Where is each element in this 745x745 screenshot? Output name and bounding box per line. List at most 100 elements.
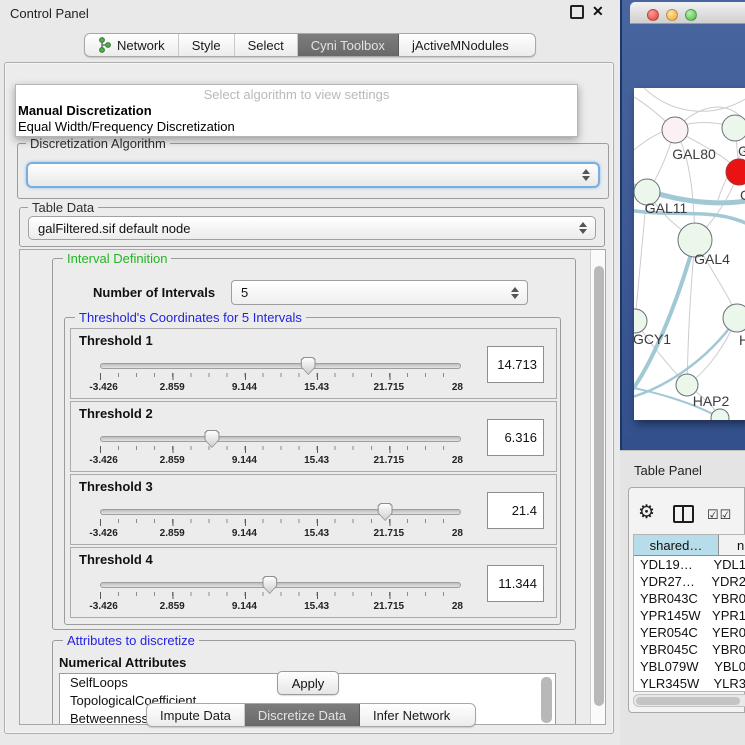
table-row[interactable]: YBR045CYBR0 (634, 641, 745, 658)
network-node[interactable] (711, 409, 729, 420)
slider-track[interactable] (100, 582, 461, 588)
network-window-titlebar[interactable] (630, 2, 745, 24)
column-header-name[interactable]: n (719, 535, 745, 555)
cell: YDL19… (634, 556, 706, 573)
gear-icon[interactable]: ⚙ (638, 503, 655, 522)
table-horizontal-scrollbar-thumb[interactable] (636, 697, 740, 705)
table-row[interactable]: YLR345WYLR3 (634, 675, 745, 692)
network-node-pink[interactable] (662, 117, 688, 143)
network-node-red-selected[interactable] (726, 159, 745, 185)
number-of-intervals-spinner[interactable]: 5 (231, 280, 528, 305)
tick-label: 21.715 (374, 455, 405, 466)
table-row[interactable]: YDL19…YDL1 (634, 556, 745, 573)
slider-track[interactable] (100, 363, 461, 369)
table-row[interactable]: YER054CYER0 (634, 624, 745, 641)
tick-label: 21.715 (374, 601, 405, 612)
table-row[interactable]: YPR145WYPR1 (634, 607, 745, 624)
tab-style[interactable]: Style (179, 34, 235, 56)
threshold-1-slider[interactable]: -3.426 2.859 9.144 15.43 21.715 28 (100, 361, 461, 395)
node-attribute-table[interactable]: shared… n YDL19…YDL1 YDR27…YDR2 YBR043CY… (633, 534, 745, 692)
algorithm-option-manual[interactable]: Manual Discretization (18, 103, 152, 118)
tick-label: -3.426 (89, 601, 117, 612)
checkbox-icons[interactable]: ☑☑ (707, 507, 732, 523)
tick-label: 28 (452, 382, 463, 393)
threshold-3-value-field[interactable]: 21.4 (487, 492, 544, 529)
column-header-shared[interactable]: shared… (634, 535, 719, 555)
table-data-combobox[interactable]: galFiltered.sif default node (28, 216, 596, 240)
cyni-toolbox-panel: Discretization Algorithm Table Data galF… (4, 62, 614, 734)
tab-select[interactable]: Select (235, 34, 298, 56)
split-columns-icon[interactable] (673, 505, 694, 523)
control-panel-title: Control Panel (10, 6, 89, 21)
close-traffic-light-icon[interactable] (647, 9, 659, 21)
algorithm-dropdown-popup: Select algorithm to view settings Manual… (15, 84, 578, 137)
tab-network-label: Network (117, 38, 165, 53)
cell: YDR27… (634, 573, 704, 590)
top-tab-bar: Network Style Select Cyni Toolbox jActiv… (84, 33, 536, 57)
network-node-label: GAL11 (645, 200, 688, 216)
settings-scrollbar[interactable] (590, 250, 606, 724)
table-row[interactable]: YDR27…YDR2 (634, 573, 745, 590)
list-scrollbar[interactable] (541, 677, 552, 723)
tab-jactivemnodules[interactable]: jActiveMNodules (399, 34, 522, 56)
threshold-2-value-field[interactable]: 6.316 (487, 419, 544, 456)
tab-network[interactable]: Network (85, 34, 179, 56)
threshold-1-value-field[interactable]: 14.713 (487, 346, 544, 383)
network-node-label: C (740, 187, 745, 203)
tab-discretize-data[interactable]: Discretize Data (245, 704, 360, 726)
network-node[interactable] (722, 115, 745, 141)
cell: YPR1 (705, 607, 745, 624)
threshold-4-slider[interactable]: -3.426 2.859 9.144 15.43 21.715 28 (100, 580, 461, 614)
slider-major-ticks (100, 592, 461, 599)
tick-label: 2.859 (160, 382, 185, 393)
threshold-3-slider[interactable]: -3.426 2.859 9.144 15.43 21.715 28 (100, 507, 461, 541)
float-window-icon[interactable] (570, 5, 584, 19)
tick-label: 9.144 (232, 382, 257, 393)
tick-label: 21.715 (374, 382, 405, 393)
settings-scroll-pane: Interval Definition Number of Intervals … (19, 249, 606, 725)
apply-button[interactable]: Apply (277, 671, 339, 695)
tick-label: 28 (452, 601, 463, 612)
algorithm-option-equal-width[interactable]: Equal Width/Frequency Discretization (18, 119, 235, 134)
threshold-3-panel: Threshold 3 -3.426 2.859 9.144 15.43 (70, 474, 557, 545)
network-node[interactable] (723, 304, 745, 332)
tick-label: 2.859 (160, 601, 185, 612)
algorithm-hint-option[interactable]: Select algorithm to view settings (16, 87, 577, 102)
tab-style-label: Style (192, 38, 221, 53)
tick-label: 9.144 (232, 528, 257, 539)
cell: YPR145W (634, 607, 705, 624)
slider-track[interactable] (100, 509, 461, 515)
interval-definition-group: Interval Definition Number of Intervals … (52, 258, 576, 630)
threshold-4-value-field[interactable]: 11.344 (487, 565, 544, 602)
threshold-3-label: Threshold 3 (79, 479, 153, 494)
tick-label: -3.426 (89, 455, 117, 466)
cell: YDR2 (704, 573, 745, 590)
tick-label: 21.715 (374, 528, 405, 539)
close-icon[interactable]: ✕ (592, 3, 604, 20)
spinner-stepper-icon (511, 287, 519, 299)
settings-scrollbar-thumb[interactable] (594, 266, 604, 706)
table-data-combobox-value: galFiltered.sif default node (38, 221, 190, 236)
cell: YBL0 (707, 658, 745, 675)
tab-impute-data[interactable]: Impute Data (147, 704, 245, 726)
table-panel: ⚙ ☑☑ shared… n YDL19…YDL1 YDR27…YDR2 YBR… (628, 487, 745, 713)
table-horizontal-scrollbar[interactable] (633, 694, 745, 707)
slider-track[interactable] (100, 436, 461, 442)
minimize-traffic-light-icon[interactable] (666, 9, 678, 21)
algorithm-combobox[interactable] (26, 162, 600, 188)
network-node-label: H (739, 332, 745, 348)
network-view-canvas[interactable]: GAL80 GA C GAL11 GAL4 GCY1 H HAP2 (634, 88, 745, 420)
table-header-row: shared… n (634, 535, 745, 556)
number-of-intervals-label: Number of Intervals (93, 285, 215, 300)
tick-label: 9.144 (232, 455, 257, 466)
table-row[interactable]: YBL079WYBL0 (634, 658, 745, 675)
tick-label: 28 (452, 528, 463, 539)
tab-infer-network[interactable]: Infer Network (360, 704, 463, 726)
tab-cyni-toolbox[interactable]: Cyni Toolbox (298, 34, 399, 56)
table-row[interactable]: YBR043CYBR0 (634, 590, 745, 607)
discretization-algorithm-group-title: Discretization Algorithm (26, 136, 170, 151)
zoom-traffic-light-icon[interactable] (685, 9, 697, 21)
tick-label: -3.426 (89, 528, 117, 539)
threshold-2-slider[interactable]: -3.426 2.859 9.144 15.43 21.715 28 (100, 434, 461, 468)
network-node-gcy1[interactable] (634, 309, 647, 333)
